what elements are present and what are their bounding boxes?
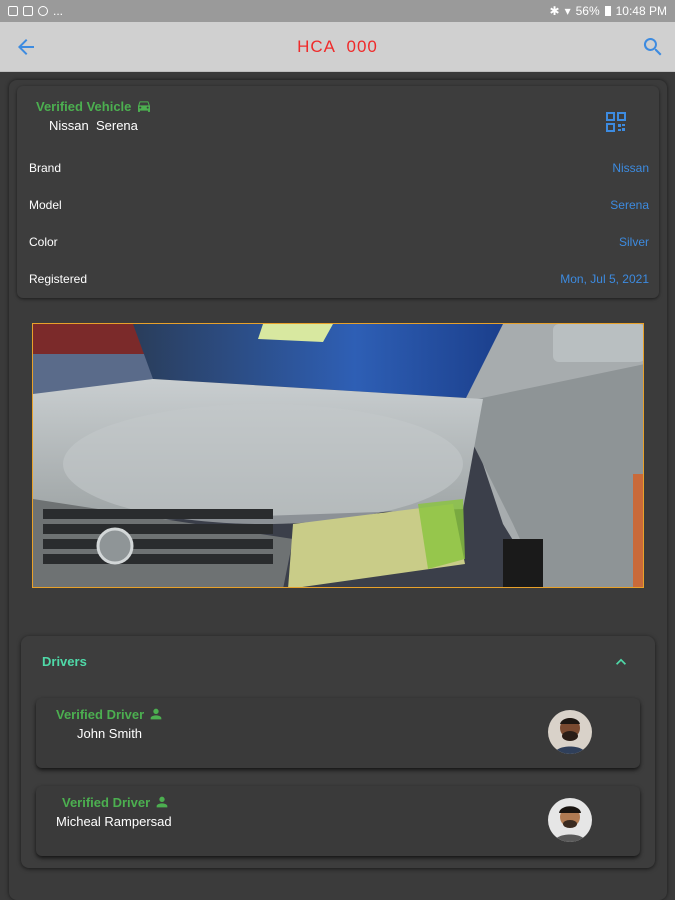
notification-icons: ...	[8, 4, 63, 18]
vehicle-photo[interactable]	[32, 323, 644, 588]
page-title: HCA 000	[297, 36, 378, 56]
drivers-section: Drivers Verified Driver John Smith Verif…	[21, 636, 655, 868]
status-bar: ... ✱ ▾ 56% 10:48 PM	[0, 0, 675, 22]
search-button[interactable]	[641, 35, 665, 59]
detail-label: Model	[29, 198, 62, 212]
photo-notification-icon	[23, 6, 33, 16]
back-button[interactable]	[14, 35, 38, 59]
driver-avatar	[548, 798, 592, 842]
detail-row-registered: Registered Mon, Jul 5, 2021	[29, 272, 649, 286]
driver-card[interactable]: Verified Driver John Smith	[36, 698, 640, 768]
drivers-title: Drivers	[42, 654, 87, 669]
clock: 10:48 PM	[615, 4, 667, 18]
battery-percent: 56%	[575, 4, 600, 18]
sync-notification-icon	[38, 6, 48, 16]
qr-code-button[interactable]	[606, 112, 626, 132]
detail-row-model: Model Serena	[29, 198, 649, 212]
chevron-up-icon	[616, 658, 626, 665]
detail-value: Silver	[618, 235, 649, 249]
system-icons: ✱ ▾ 56% 10:48 PM	[550, 4, 668, 18]
verified-driver-badge: Verified Driver	[56, 706, 164, 722]
arrow-back-icon	[18, 39, 34, 55]
car-photo-illustration	[33, 324, 643, 587]
detail-value: Mon, Jul 5, 2021	[560, 272, 649, 286]
wifi-icon: ▾	[564, 4, 571, 18]
search-icon	[643, 38, 662, 56]
detail-label: Brand	[29, 161, 62, 175]
driver-card[interactable]: Verified Driver Micheal Rampersad	[36, 786, 640, 856]
person-icon	[150, 708, 162, 720]
detail-value: Serena	[610, 198, 649, 212]
detail-label: Registered	[29, 272, 88, 286]
verified-driver-badge: Verified Driver	[62, 794, 170, 810]
image-notification-icon	[8, 6, 18, 16]
driver-name: John Smith	[77, 726, 143, 741]
vehicle-card: Verified Vehicle Nissan Serena Brand Nis…	[17, 86, 659, 298]
verified-driver-label: Verified Driver	[56, 706, 145, 722]
verified-driver-label: Verified Driver	[62, 794, 151, 810]
qr-code-icon	[606, 112, 626, 132]
app-bar: HCA 000	[0, 22, 675, 72]
vehicle-name: Nissan Serena	[49, 118, 138, 133]
battery-icon	[604, 6, 611, 16]
driver-name: Micheal Rampersad	[56, 814, 172, 829]
person-icon	[156, 796, 168, 808]
detail-row-color: Color Silver	[29, 235, 649, 249]
verified-vehicle-badge: Verified Vehicle	[36, 98, 153, 114]
bluetooth-icon: ✱	[549, 4, 560, 18]
car-icon	[138, 101, 151, 112]
collapse-drivers-button[interactable]	[611, 652, 631, 672]
detail-value: Nissan	[612, 161, 649, 175]
verified-vehicle-label: Verified Vehicle	[36, 98, 132, 114]
vehicle-detail-panel: Verified Vehicle Nissan Serena Brand Nis…	[9, 80, 667, 900]
driver-avatar	[548, 710, 592, 754]
detail-label: Color	[29, 235, 58, 249]
more-notifications-text: ...	[53, 4, 64, 18]
detail-row-brand: Brand Nissan	[29, 161, 649, 175]
